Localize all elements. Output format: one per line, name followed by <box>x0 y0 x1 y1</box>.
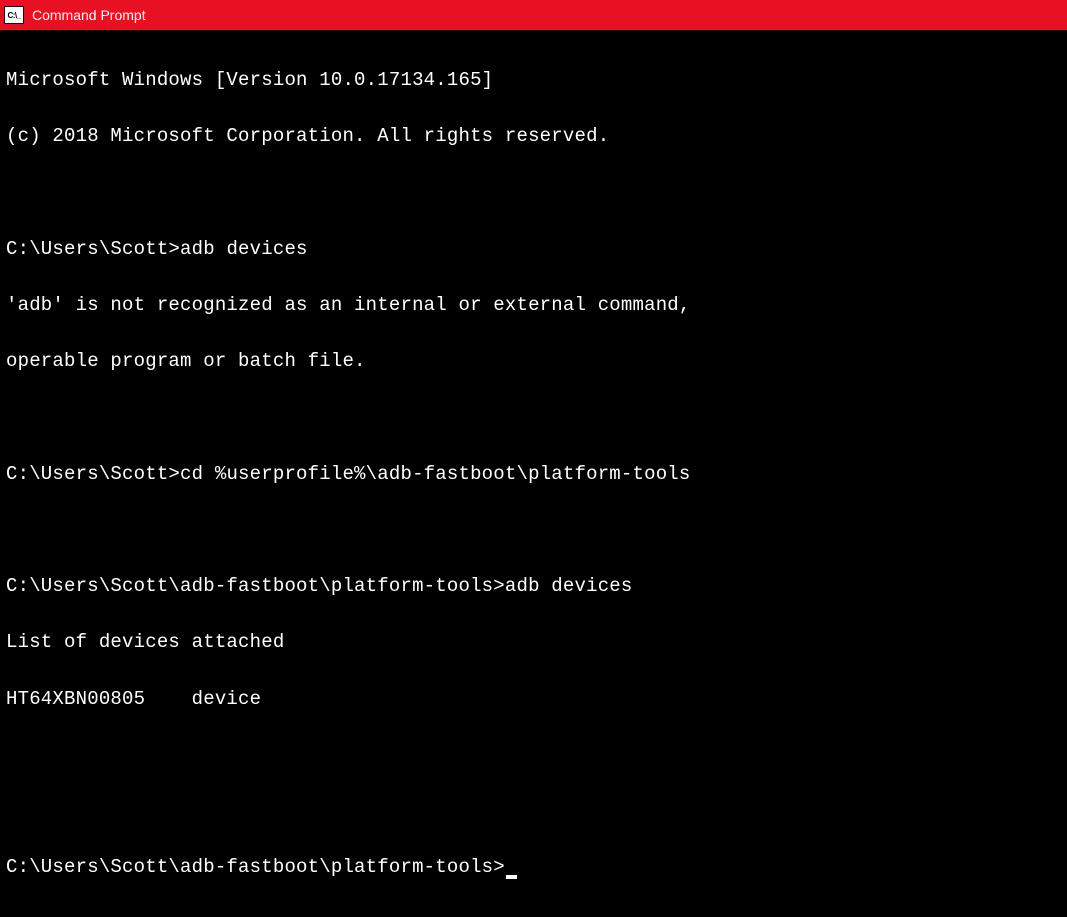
output-line: HT64XBN00805 device <box>6 685 1061 713</box>
cursor <box>506 875 517 879</box>
terminal-content[interactable]: Microsoft Windows [Version 10.0.17134.16… <box>0 30 1067 917</box>
command-text: adb devices <box>180 238 308 260</box>
output-header: List of devices attached <box>6 631 284 653</box>
error-text: 'adb' is not recognized as an internal o… <box>6 294 691 316</box>
prompt: C:\Users\Scott\adb-fastboot\platform-too… <box>6 856 505 878</box>
blank-line <box>6 741 1061 769</box>
output-line: List of devices attached <box>6 628 1061 656</box>
banner-line: (c) 2018 Microsoft Corporation. All righ… <box>6 122 1061 150</box>
command-line: C:\Users\Scott\adb-fastboot\platform-too… <box>6 572 1061 600</box>
blank-line <box>6 516 1061 544</box>
window-title: Command Prompt <box>32 7 146 23</box>
error-line: 'adb' is not recognized as an internal o… <box>6 291 1061 319</box>
cmd-icon <box>4 6 24 24</box>
command-line: C:\Users\Scott>cd %userprofile%\adb-fast… <box>6 460 1061 488</box>
banner-version: Microsoft Windows [Version 10.0.17134.16… <box>6 69 493 91</box>
blank-line <box>6 403 1061 431</box>
prompt: C:\Users\Scott> <box>6 463 180 485</box>
error-line: operable program or batch file. <box>6 347 1061 375</box>
blank-line <box>6 797 1061 825</box>
blank-line <box>6 179 1061 207</box>
prompt-line: C:\Users\Scott\adb-fastboot\platform-too… <box>6 853 1061 881</box>
command-text: cd %userprofile%\adb-fastboot\platform-t… <box>180 463 690 485</box>
command-line: C:\Users\Scott>adb devices <box>6 235 1061 263</box>
prompt: C:\Users\Scott> <box>6 238 180 260</box>
device-entry: HT64XBN00805 device <box>6 688 261 710</box>
command-text: adb devices <box>505 575 633 597</box>
banner-copyright: (c) 2018 Microsoft Corporation. All righ… <box>6 125 609 147</box>
titlebar[interactable]: Command Prompt <box>0 0 1067 30</box>
banner-line: Microsoft Windows [Version 10.0.17134.16… <box>6 66 1061 94</box>
prompt: C:\Users\Scott\adb-fastboot\platform-too… <box>6 575 505 597</box>
error-text: operable program or batch file. <box>6 350 366 372</box>
